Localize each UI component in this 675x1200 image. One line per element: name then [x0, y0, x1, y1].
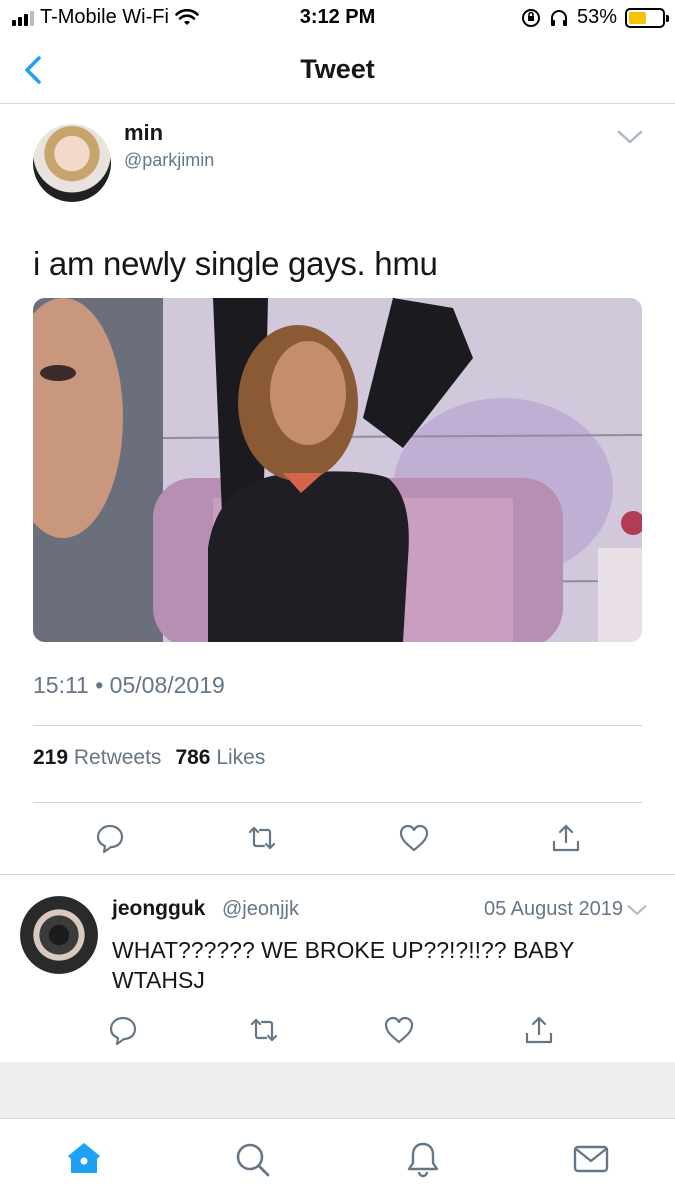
notifications-icon[interactable] [403, 1139, 443, 1179]
tweet-text: i am newly single gays. hmu [33, 245, 438, 282]
home-icon[interactable] [64, 1139, 104, 1179]
reply-text: WHAT?????? WE BROKE UP??!?!!?? BABY WTAH… [112, 937, 574, 993]
chevron-down-icon[interactable] [626, 903, 648, 917]
reply-actions [0, 1014, 675, 1054]
tab-bar [0, 1118, 675, 1200]
retweets-stat[interactable]: 219 Retweets [33, 746, 161, 770]
battery-fill [629, 11, 646, 24]
nav-bar: Tweet [0, 36, 675, 104]
reply-author-avatar[interactable] [20, 896, 98, 974]
retweets-label: Retweets [73, 746, 162, 769]
reply-author-name[interactable]: jeongguk [112, 897, 205, 921]
page-title: Tweet [300, 54, 375, 84]
retweet-icon[interactable] [248, 1014, 280, 1046]
reply-author-handle[interactable]: @jeonjjk [222, 898, 299, 921]
search-icon[interactable] [232, 1139, 272, 1179]
reply-date: 05 August 2019 [483, 898, 623, 920]
likes-label: Likes [216, 746, 266, 769]
battery-percent: 53% [576, 6, 617, 28]
section-divider [0, 874, 675, 875]
likes-stat[interactable]: 786 Likes [175, 746, 265, 770]
messages-icon[interactable] [571, 1139, 611, 1179]
photo-illustration [33, 298, 642, 642]
author-avatar[interactable] [33, 124, 111, 202]
retweets-count: 219 [33, 746, 69, 769]
status-right: 53% [521, 6, 669, 29]
status-bar: T-Mobile Wi-Fi 3:12 PM 53% [0, 0, 675, 36]
author-name[interactable]: min [124, 120, 163, 146]
tweet-timestamp: 15:11 • 05/08/2019 [33, 672, 225, 698]
likes-count: 786 [175, 746, 211, 769]
like-icon[interactable] [398, 822, 430, 854]
share-icon[interactable] [550, 822, 582, 854]
reply-icon[interactable] [107, 1014, 139, 1046]
chevron-down-icon[interactable] [616, 128, 644, 146]
like-icon[interactable] [383, 1014, 415, 1046]
reply-footer-spacer [0, 1062, 675, 1118]
tweet-stats: 219 Retweets 786 Likes [33, 746, 265, 770]
divider [33, 725, 642, 726]
reply-icon[interactable] [94, 822, 126, 854]
tweet-photo[interactable] [33, 298, 642, 642]
author-handle[interactable]: @parkjimin [124, 150, 214, 171]
rotation-lock-icon [521, 8, 540, 27]
retweet-icon[interactable] [246, 822, 278, 854]
tweet-actions [0, 822, 675, 862]
battery-icon [625, 7, 669, 28]
headphones-icon [550, 9, 567, 26]
share-icon[interactable] [523, 1014, 555, 1046]
divider [33, 802, 642, 803]
